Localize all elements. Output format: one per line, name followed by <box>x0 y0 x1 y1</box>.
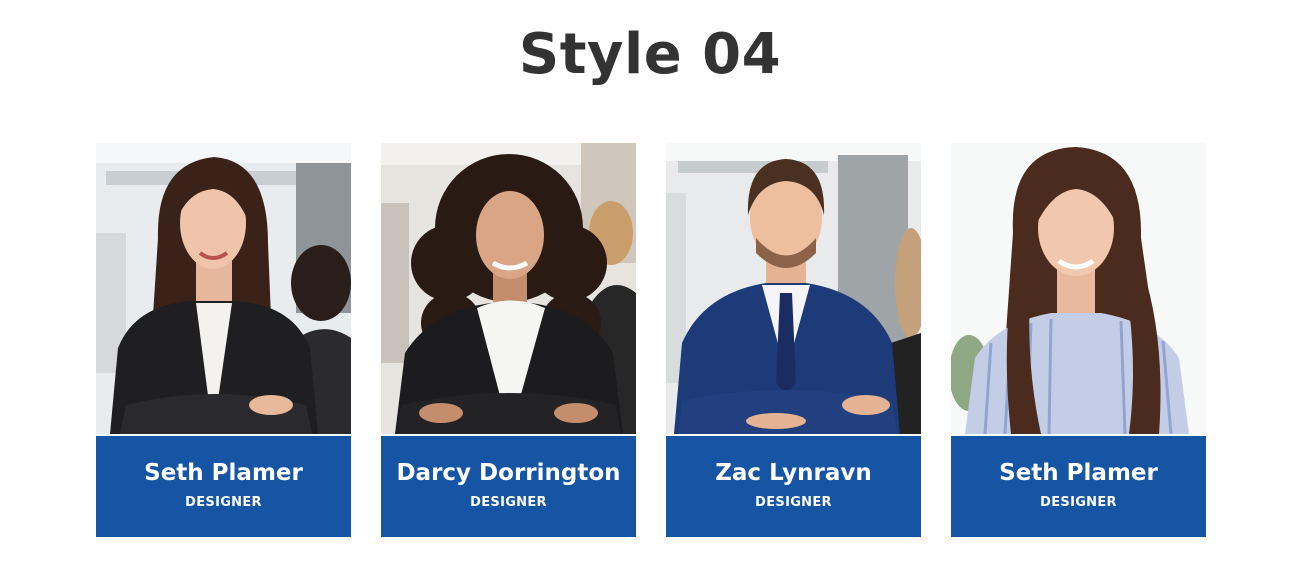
team-section: Style 04 Seth Plamer DESIGNER Darcy Dorr… <box>0 0 1308 583</box>
member-photo <box>381 143 636 434</box>
member-role: DESIGNER <box>755 495 832 510</box>
member-role: DESIGNER <box>185 495 262 510</box>
team-card[interactable]: Seth Plamer DESIGNER <box>96 143 351 537</box>
member-caption: Zac Lynravn DESIGNER <box>666 436 921 537</box>
portrait-image <box>381 143 636 434</box>
portrait-image <box>951 143 1206 434</box>
member-name[interactable]: Zac Lynravn <box>666 460 921 486</box>
member-photo <box>96 143 351 434</box>
portrait-image <box>666 143 921 434</box>
team-card[interactable]: Seth Plamer DESIGNER <box>951 143 1206 537</box>
section-title: Style 04 <box>518 22 782 87</box>
member-role: DESIGNER <box>470 495 547 510</box>
member-caption: Seth Plamer DESIGNER <box>96 436 351 537</box>
team-card[interactable]: Zac Lynravn DESIGNER <box>666 143 921 537</box>
member-name[interactable]: Seth Plamer <box>951 460 1206 486</box>
portrait-image <box>96 143 351 434</box>
member-caption: Seth Plamer DESIGNER <box>951 436 1206 537</box>
member-photo <box>951 143 1206 434</box>
member-photo <box>666 143 921 434</box>
member-name[interactable]: Darcy Dorrington <box>381 460 636 486</box>
member-role: DESIGNER <box>1040 495 1117 510</box>
member-name[interactable]: Seth Plamer <box>96 460 351 486</box>
member-caption: Darcy Dorrington DESIGNER <box>381 436 636 537</box>
team-card[interactable]: Darcy Dorrington DESIGNER <box>381 143 636 537</box>
